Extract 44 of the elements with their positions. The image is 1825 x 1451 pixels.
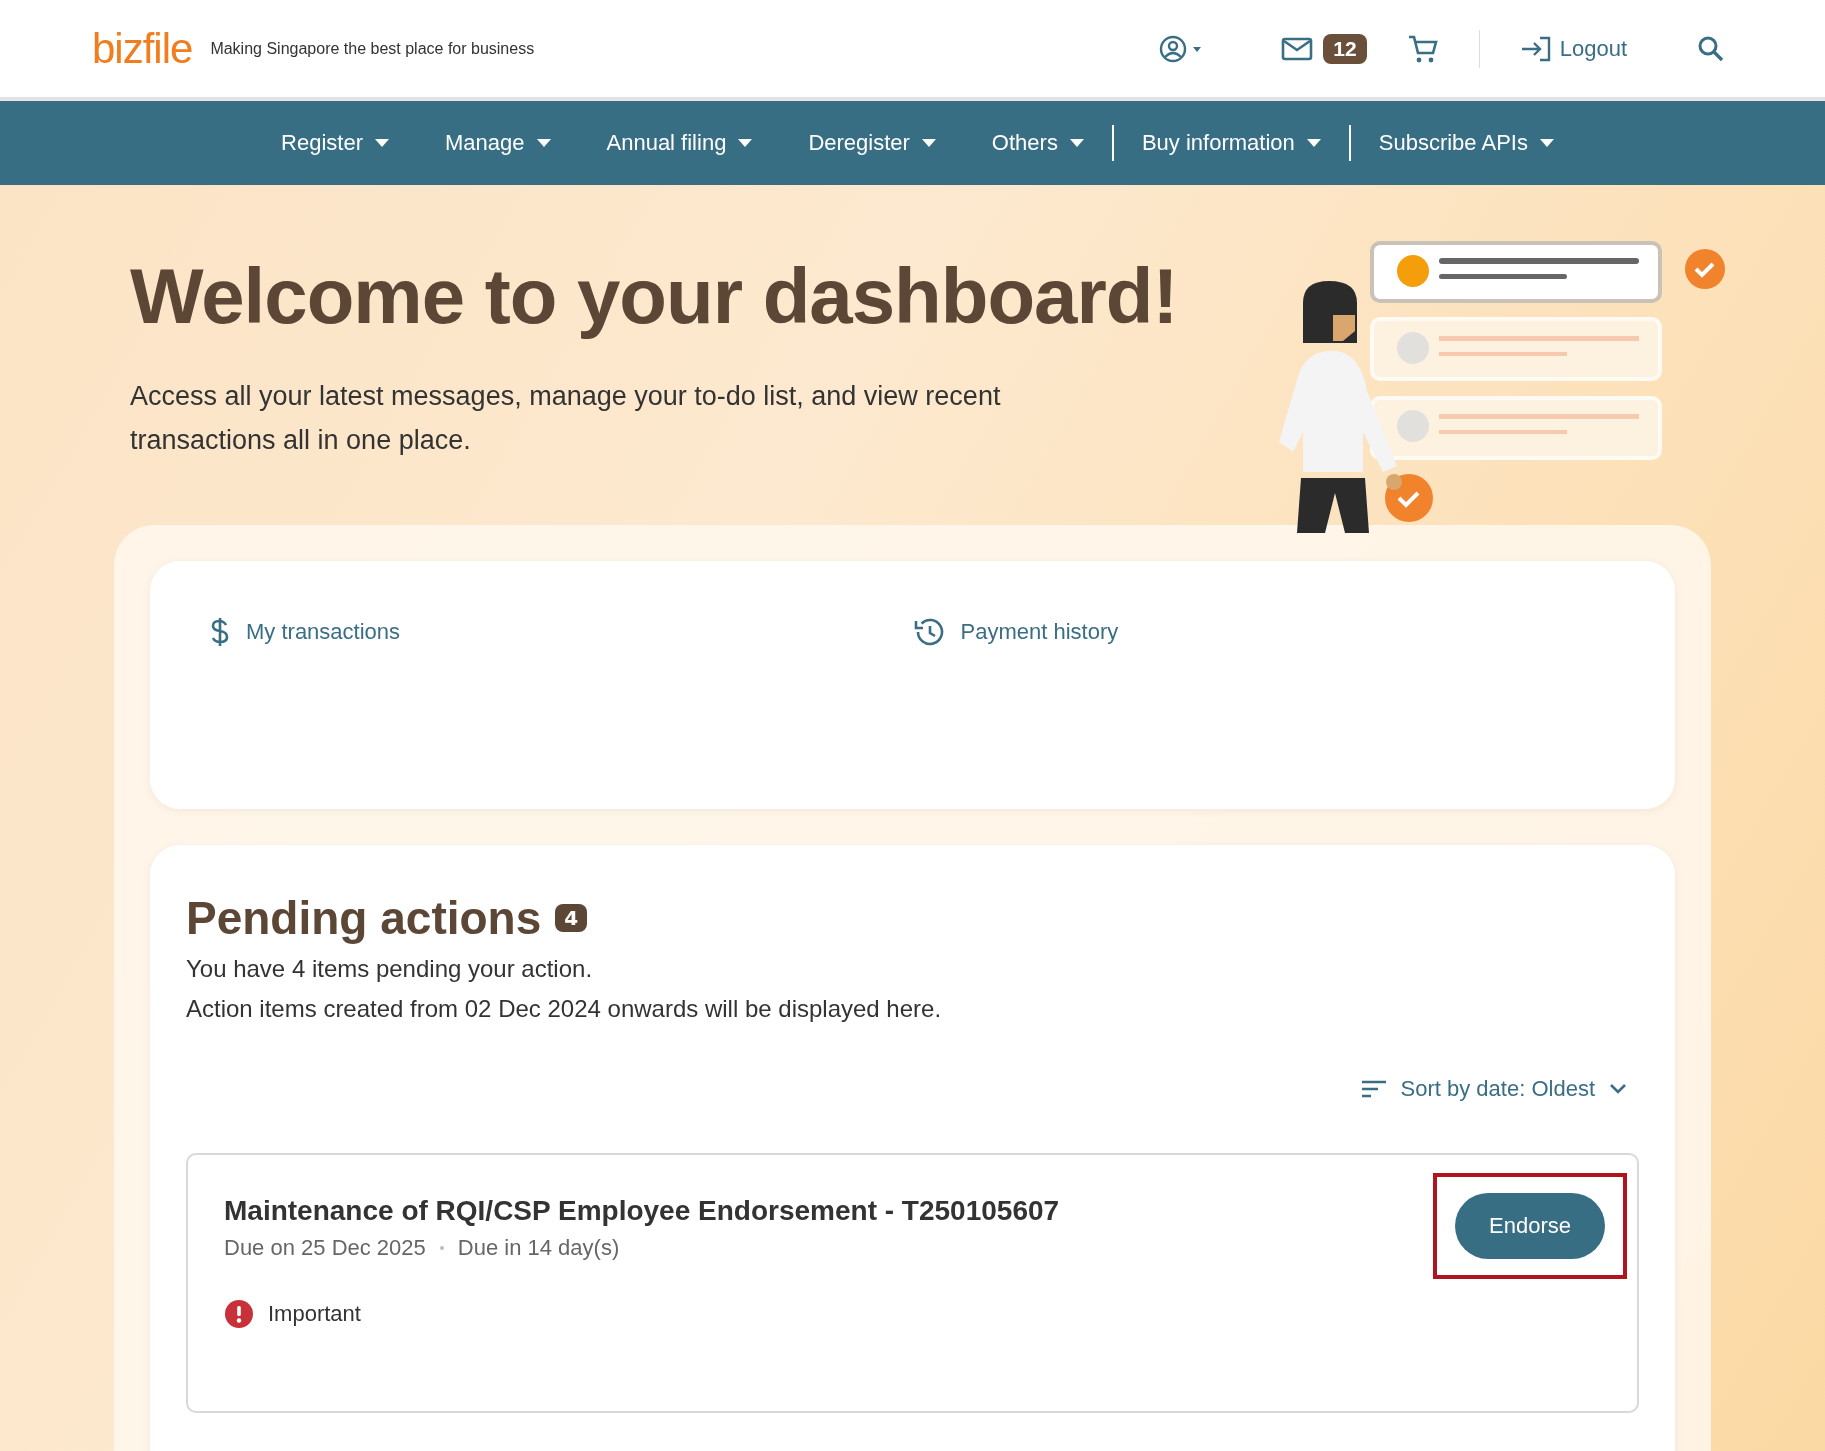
nav-menu-item[interactable]: Others [963,130,1112,156]
dollar-icon [210,617,230,647]
due-countdown: Due in 14 day(s) [457,1235,620,1261]
logout-button[interactable]: Logout [1519,34,1627,63]
count-badge: 4 [555,904,588,932]
action-title: Maintenance of RQI/CSP Employee Endorsement - T250105607 [224,1195,1060,1227]
account-menu-button[interactable] [1159,33,1204,64]
section-title: Pending actions [186,891,542,945]
search-icon [1697,34,1725,63]
separator-dot [439,1246,444,1250]
alert-icon [224,1299,254,1329]
nav-menu-item[interactable]: Register [253,130,417,156]
quick-link[interactable]: Payment history [912,617,1615,647]
caret-icon [1306,139,1321,147]
caret-icon [921,139,936,147]
caret-icon [1539,139,1554,147]
page-title: Welcome to your dashboard! [130,251,1178,342]
chevron-down-icon [1609,1083,1627,1095]
caret-icon [1069,139,1084,147]
tagline: Making Singapore the best place for business [210,39,535,58]
history-icon [912,617,945,647]
caret-icon [375,139,389,147]
nav-menu-item[interactable]: Buy information [1113,130,1349,156]
page-description: Access all your latest messages, manage your to-do list, and view recent transactions all in one place. [130,380,1002,457]
user-circle-icon [1159,33,1204,64]
mail-button[interactable]: 12 [1281,33,1367,64]
caret-icon [536,139,551,147]
nav-menu-item[interactable]: Annual filing [578,130,781,156]
logout-icon [1519,34,1552,63]
unread-count-badge: 12 [1323,33,1367,64]
envelope-icon [1281,36,1314,61]
quick-link[interactable]: My transactions [210,617,913,647]
due-date: Due on 25 Dec 2025 [224,1235,426,1261]
caret-icon [738,139,753,147]
nav-menu-item[interactable]: Subscribe APIs [1350,130,1582,156]
nav-menu-item[interactable]: Manage [417,130,579,156]
nav-menu-item[interactable]: Deregister [780,130,964,156]
info-text: Action items created from 02 Dec 2024 onwards will be displayed here. [186,994,943,1024]
sort-dropdown[interactable]: Sort by date: Oldest [1354,1075,1633,1103]
endorse-button[interactable]: Endorse [1455,1193,1605,1259]
info-text: You have 4 items pending your action. [186,954,594,984]
search-button[interactable] [1697,34,1725,63]
sort-lines-icon [1360,1080,1387,1098]
priority-label: Important [268,1301,361,1327]
